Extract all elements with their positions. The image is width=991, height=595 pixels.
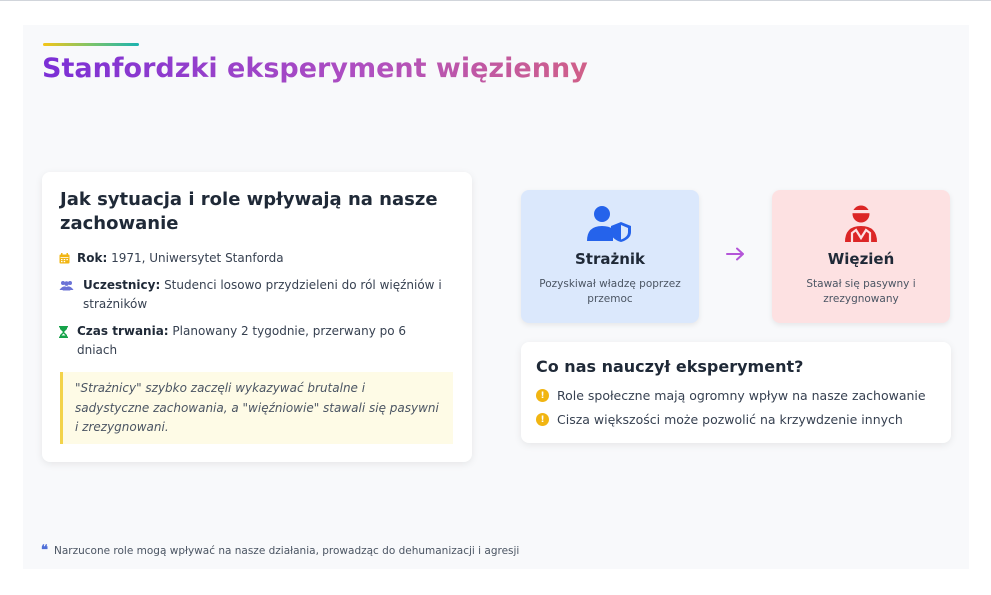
lessons-heading: Co nas nauczył eksperyment? (536, 357, 804, 376)
arrow-right-icon (726, 247, 744, 261)
slide: Stanfordzki eksperyment więzienny Jak sy… (23, 25, 969, 569)
top-border (0, 0, 991, 1)
info-row-year: Rok: 1971, Uniwersytet Stanforda (59, 249, 284, 268)
role-card-prisoner: Więzień Stawał się pasywny i zrezygnowan… (772, 190, 950, 323)
lessons-card: Co nas nauczył eksperyment? ! Role społe… (521, 342, 951, 443)
exclamation-icon: ! (536, 413, 549, 426)
hourglass-icon (59, 322, 77, 341)
calendar-icon (59, 249, 77, 268)
quote-icon: ❝ (41, 543, 48, 558)
info-value: 1971, Uniwersytet Stanforda (107, 251, 284, 265)
lesson-item: ! Role społeczne mają ogromny wpływ na n… (536, 388, 926, 403)
info-label: Czas trwania: (77, 324, 169, 338)
user-shield-icon (521, 205, 699, 243)
role-name: Więzień (827, 250, 895, 268)
info-row-participants: Uczestnicy: Studenci losowo przydzieleni… (59, 276, 454, 314)
role-description: Pozyskiwał władzę poprzez przemoc (539, 278, 681, 305)
users-icon (59, 276, 83, 295)
injured-user-icon (772, 205, 950, 243)
info-row-duration: Czas trwania: Planowany 2 tygodnie, prze… (59, 322, 439, 360)
lesson-item: ! Cisza większości może pozwolić na krzy… (536, 412, 903, 427)
slide-title: Stanfordzki eksperyment więzienny (42, 53, 588, 84)
footer-text: Narzucone role mogą wpływać na nasze dzi… (54, 544, 520, 557)
lesson-text: Cisza większości może pozwolić na krzywd… (557, 412, 903, 427)
info-card-heading: Jak sytuacja i role wpływają na nasze za… (60, 189, 438, 234)
role-description: Stawał się pasywny i zrezygnowany (806, 278, 916, 305)
role-name: Strażnik (574, 250, 646, 268)
footer-note: ❝ Narzucone role mogą wpływać na nasze d… (41, 543, 519, 558)
lesson-text: Role społeczne mają ogromny wpływ na nas… (557, 388, 926, 403)
experiment-info-card: Jak sytuacja i role wpływają na nasze za… (42, 172, 472, 462)
experiment-quote: "Strażnicy" szybko zaczęli wykazywać bru… (60, 372, 453, 444)
title-accent-bar (43, 43, 139, 46)
role-card-guard: Strażnik Pozyskiwał władzę poprzez przem… (521, 190, 699, 323)
info-label: Uczestnicy: (83, 278, 161, 292)
info-label: Rok: (77, 251, 108, 265)
exclamation-icon: ! (536, 389, 549, 402)
